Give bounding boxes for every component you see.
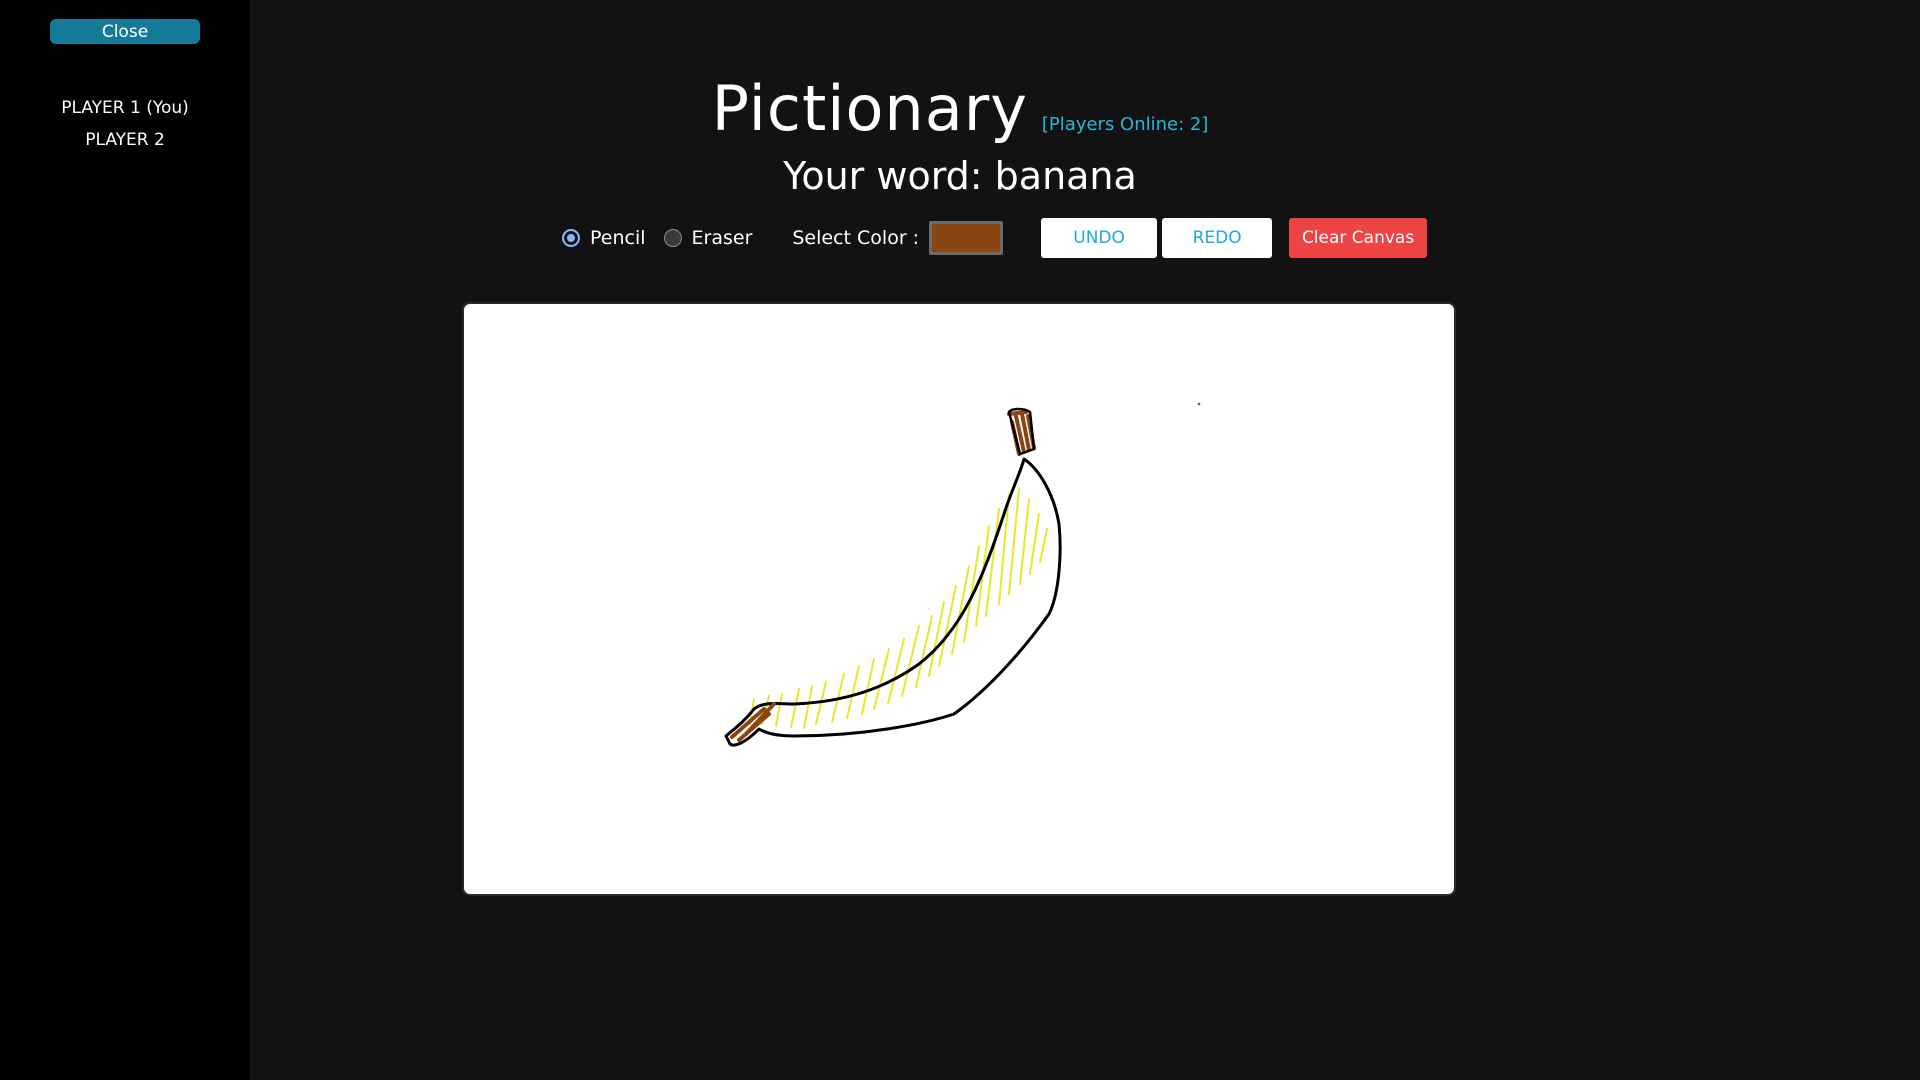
sidebar: Close PLAYER 1 (You) PLAYER 2	[0, 0, 250, 1080]
player-list: PLAYER 1 (You) PLAYER 2	[0, 92, 250, 156]
color-picker[interactable]	[929, 221, 1004, 255]
player-item: PLAYER 1 (You)	[61, 98, 189, 118]
eraser-label: Eraser	[691, 227, 753, 249]
drawing-toolbar: Pencil Eraser Select Color : UNDO REDO C…	[562, 218, 1428, 258]
close-button[interactable]: Close	[50, 19, 200, 44]
redo-button[interactable]: REDO	[1162, 218, 1273, 258]
drawing-canvas[interactable]	[462, 302, 1456, 896]
undo-button[interactable]: UNDO	[1041, 218, 1158, 258]
pencil-radio[interactable]	[562, 229, 580, 247]
stray-dot	[1197, 402, 1201, 406]
players-online-label: [Players Online: 2]	[1041, 114, 1209, 135]
banana-drawing	[724, 402, 1201, 747]
pencil-option[interactable]: Pencil	[562, 227, 646, 249]
your-word-label: Your word: banana	[783, 154, 1137, 198]
eraser-radio[interactable]	[663, 229, 682, 247]
banana-outline	[724, 457, 1062, 747]
clear-canvas-button[interactable]: Clear Canvas	[1289, 218, 1428, 258]
player-item: PLAYER 2	[85, 130, 165, 150]
title-row: Pictionary [Players Online: 2]	[250, 72, 1670, 145]
banana-fill-strokes	[749, 488, 1048, 729]
pencil-label: Pencil	[590, 227, 646, 249]
page-title: Pictionary	[711, 72, 1028, 145]
eraser-option[interactable]: Eraser	[663, 227, 753, 249]
stray-dot	[928, 608, 930, 610]
main-area: Pictionary [Players Online: 2] Your word…	[250, 0, 1920, 1080]
select-color-label: Select Color :	[792, 227, 920, 249]
